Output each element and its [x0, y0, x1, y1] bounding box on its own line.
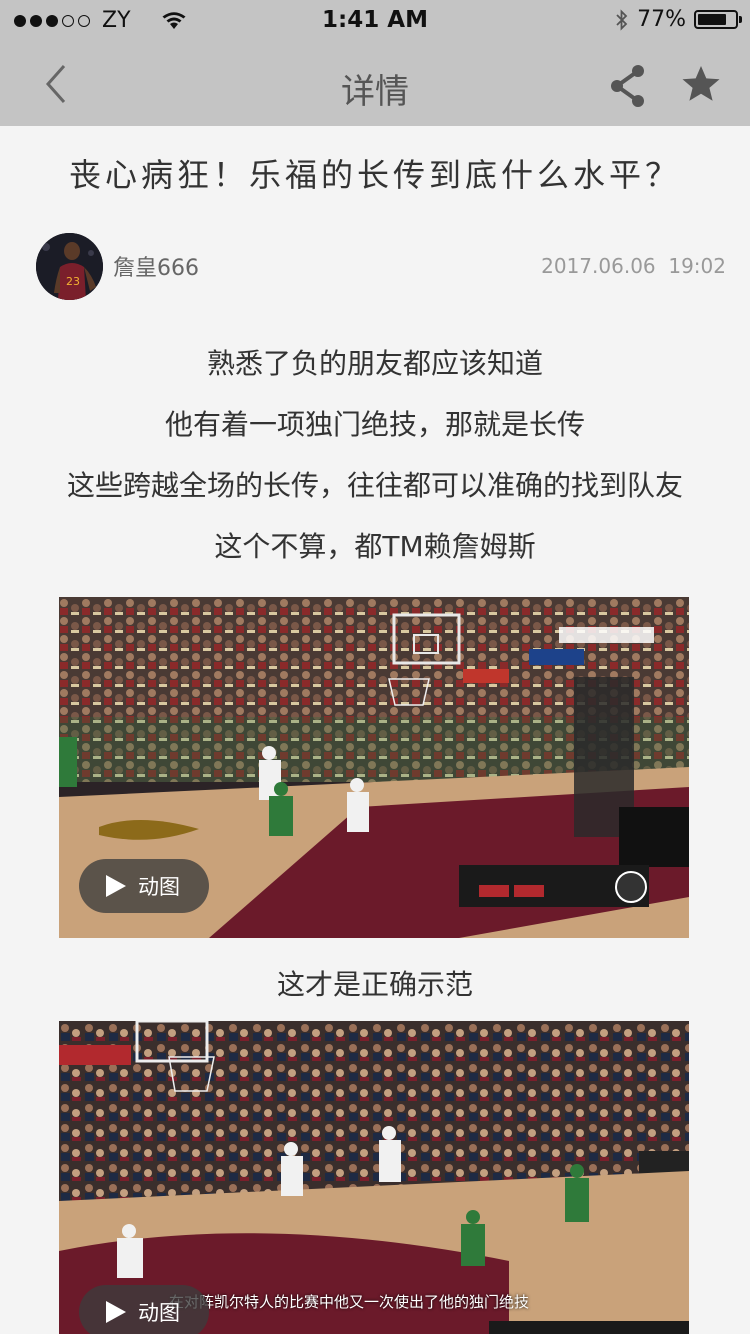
article-title: 丧心病狂！乐福的长传到底什么水平？	[68, 156, 681, 194]
battery-icon	[694, 10, 742, 29]
gif-play-button[interactable]: 动图	[79, 859, 209, 913]
article-body: 熟悉了负的朋友都应该知道 他有着一项独门绝技，那就是长传 这些跨越全场的长传，往…	[0, 345, 750, 589]
star-icon[interactable]	[678, 62, 724, 108]
status-right: 77%	[615, 7, 742, 32]
play-icon	[106, 875, 126, 897]
svg-text:23: 23	[66, 275, 80, 288]
gif-label: 动图	[138, 1301, 180, 1325]
gif-label: 动图	[138, 875, 180, 899]
gif-image-1[interactable]: 动图	[59, 597, 689, 938]
status-bar: ZY 1:41 AM 77%	[0, 0, 750, 40]
header-area: ZY 1:41 AM 77% 详情	[0, 0, 750, 126]
gif-play-button[interactable]: 动图	[79, 1285, 209, 1334]
play-icon	[106, 1301, 126, 1323]
gif-image-2[interactable]: 在对阵凯尔特人的比赛中他又一次使出了他的独门绝技 动图	[59, 1021, 689, 1334]
paragraph-line: 这个不算，都TM赖詹姆斯	[214, 530, 536, 563]
nav-bar: 详情	[0, 40, 750, 126]
player-avatar-image: 23	[36, 233, 103, 300]
avatar[interactable]: 23	[36, 233, 103, 300]
bluetooth-icon	[616, 8, 628, 31]
image-caption: 这才是正确示范	[276, 968, 473, 1001]
post-time: 19:02	[668, 254, 726, 278]
paragraph-line: 熟悉了负的朋友都应该知道	[206, 347, 543, 380]
video-subtitle: 在对阵凯尔特人的比赛中他又一次使出了他的独门绝技	[169, 1293, 530, 1311]
author-name[interactable]: 詹皇666	[113, 250, 199, 282]
battery-percent: 77%	[637, 7, 686, 32]
post-datetime: 2017.06.06 19:02	[541, 254, 726, 278]
share-icon[interactable]	[604, 62, 652, 110]
post-date: 2017.06.06	[541, 254, 656, 278]
paragraph-line: 他有着一项独门绝技，那就是长传	[164, 408, 585, 441]
paragraph-line: 这些跨越全场的长传，往往都可以准确的找到队友	[66, 469, 683, 502]
